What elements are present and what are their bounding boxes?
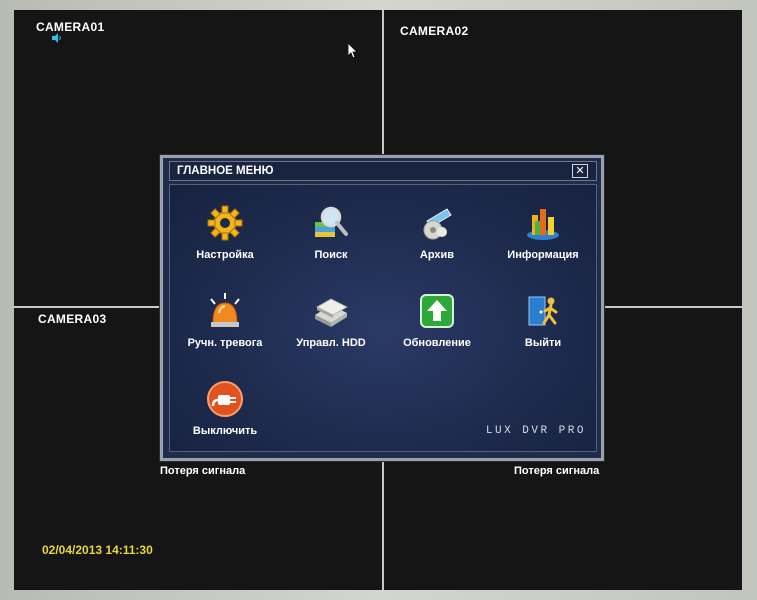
camera-1-label: CAMERA01 xyxy=(36,20,105,34)
archive-disc-icon xyxy=(423,208,452,240)
menu-item-manual-alarm[interactable]: Ручн. тревога xyxy=(175,287,275,367)
menu-item-label: Выйти xyxy=(524,337,562,349)
menu-item-search[interactable]: Поиск xyxy=(281,199,381,279)
menu-item-update[interactable]: Обновление xyxy=(387,287,487,367)
menu-item-label: Обновление xyxy=(403,337,471,349)
menu-item-label: Поиск xyxy=(314,249,348,261)
menu-item-logout[interactable]: Выйти xyxy=(493,287,593,367)
search-icon xyxy=(315,206,348,237)
menu-item-label: Настройка xyxy=(196,249,254,261)
brand-logo: LUX DVR PRO xyxy=(485,425,586,437)
menu-item-settings[interactable]: Настройка xyxy=(175,199,275,279)
power-plug-icon xyxy=(207,381,243,417)
menu-item-label: Архив xyxy=(419,249,455,261)
datetime-overlay: 02/04/2013 14:11:30 xyxy=(42,543,153,557)
menu-item-label: Управл. HDD xyxy=(296,337,366,349)
alarm-siren-icon xyxy=(210,293,240,327)
menu-item-label: Выключить xyxy=(192,425,258,437)
chart-icon xyxy=(527,209,559,240)
close-button[interactable]: ✕ xyxy=(572,164,588,178)
hdd-icon xyxy=(315,298,348,327)
signal-loss-text-right: Потеря сигнала xyxy=(514,465,600,477)
menu-item-label: Информация xyxy=(507,249,579,261)
menu-title: ГЛАВНОЕ МЕНЮ xyxy=(177,165,274,177)
main-menu-dialog: ГЛАВНОЕ МЕНЮ ✕ Настройка Поиск Архив Инф… xyxy=(160,155,604,461)
menu-item-archive[interactable]: Архив xyxy=(387,199,487,279)
camera-3-label: CAMERA03 xyxy=(38,312,107,326)
camera-2-label: CAMERA02 xyxy=(400,24,469,38)
signal-loss-text-left: Потеря сигнала xyxy=(160,465,246,477)
upgrade-arrow-icon xyxy=(420,294,454,328)
gear-icon xyxy=(207,205,243,241)
menu-item-label: Ручн. тревога xyxy=(187,337,263,349)
menu-titlebar: ГЛАВНОЕ МЕНЮ ✕ xyxy=(169,161,597,181)
speaker-icon xyxy=(52,33,61,43)
menu-item-info[interactable]: Информация xyxy=(493,199,593,279)
menu-item-hdd-management[interactable]: Управл. HDD xyxy=(281,287,381,367)
dvr-screen: CAMERA01 CAMERA02 CAMERA03 Потеря сигнал… xyxy=(14,10,742,590)
menu-grid: Настройка Поиск Архив Информация Ручн. т… xyxy=(169,184,597,452)
close-icon: ✕ xyxy=(575,165,585,177)
mouse-cursor-icon xyxy=(348,43,358,59)
menu-item-shutdown[interactable]: Выключить xyxy=(175,375,275,455)
exit-door-icon xyxy=(528,296,558,326)
